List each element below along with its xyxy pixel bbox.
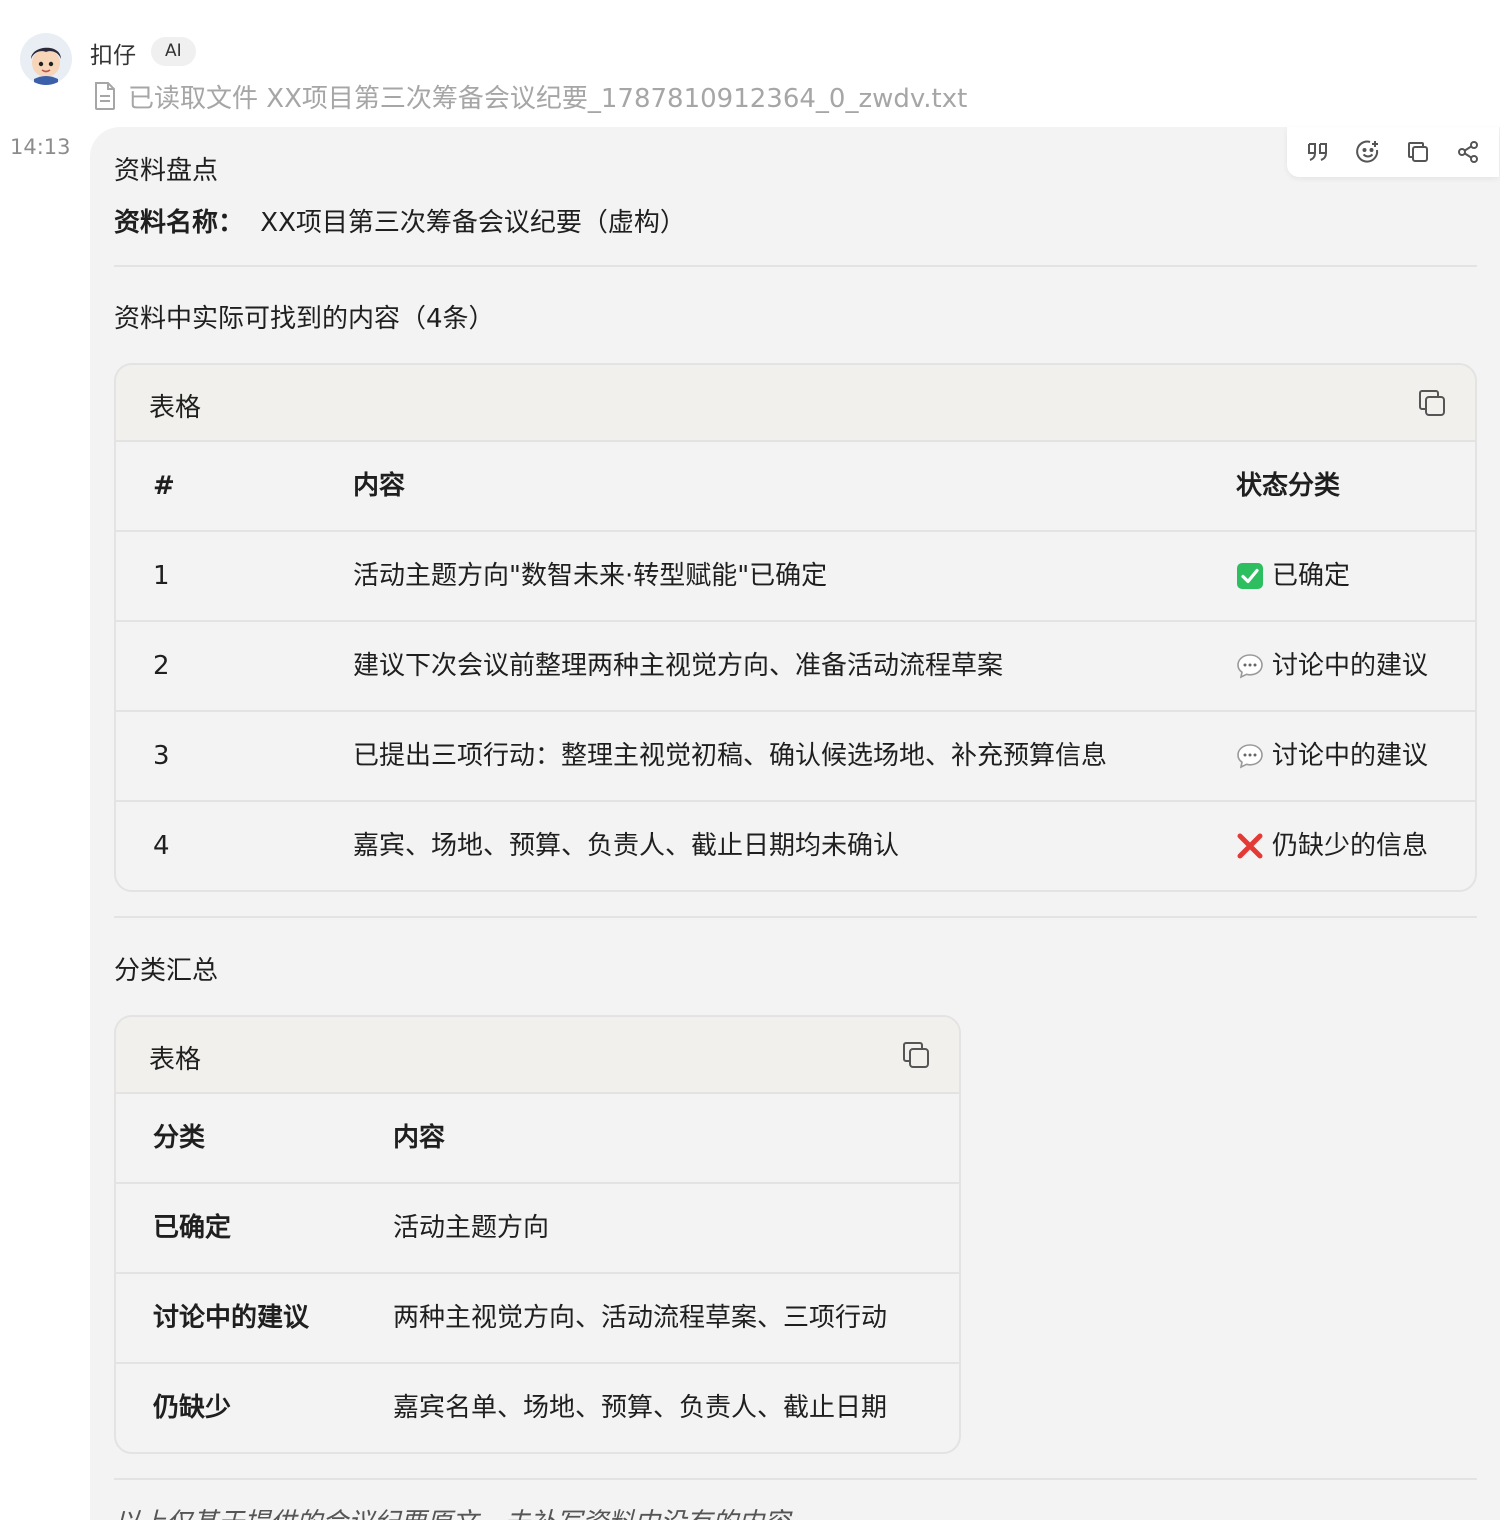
copy-table-icon[interactable] (900, 1039, 932, 1071)
quote-icon[interactable] (1303, 137, 1333, 167)
table-row: 3 已提出三项行动：整理主视觉初稿、确认候选场地、补充预算信息 讨论中的建议 (116, 712, 1475, 802)
table-row: 仍缺少 嘉宾名单、场地、预算、负责人、截止日期 (116, 1364, 959, 1452)
table-row: 2 建议下次会议前整理两种主视觉方向、准备活动流程草案 讨论中的建议 (116, 622, 1475, 712)
status-label: 讨论中的建议 (1272, 651, 1429, 681)
found-content-title: 资料中实际可找到的内容（4条） (114, 304, 495, 334)
status-label: 讨论中的建议 (1272, 741, 1429, 771)
speech-bubble-icon (1236, 652, 1264, 680)
column-header-content: 内容 (353, 471, 406, 501)
row-number: 1 (153, 561, 170, 591)
row-status: 讨论中的建议 (1236, 622, 1428, 710)
cross-icon (1236, 832, 1264, 860)
avatar (20, 33, 72, 85)
source-label: 资料名称： (114, 208, 245, 238)
status-label: 仍缺少的信息 (1272, 831, 1429, 861)
row-content: 嘉宾名单、场地、预算、负责人、截止日期 (393, 1393, 888, 1423)
column-header-number: # (153, 471, 175, 501)
row-number: 3 (153, 741, 170, 771)
copy-icon[interactable] (1403, 137, 1433, 167)
table-label: 表格 (149, 393, 202, 423)
row-status: 仍缺少的信息 (1236, 802, 1428, 890)
table-row: 4 嘉宾、场地、预算、负责人、截止日期均未确认 仍缺少的信息 (116, 802, 1475, 890)
table-row: 已确定 活动主题方向 (116, 1184, 959, 1274)
divider (114, 1478, 1477, 1480)
column-header-status: 状态分类 (1236, 471, 1341, 501)
content-table: 表格 # 内容 状态分类 1 活动主题方向"数智未来·转型赋能"已确定 已确定 … (114, 363, 1477, 892)
divider (114, 265, 1477, 267)
row-content: 两种主视觉方向、活动流程草案、三项行动 (393, 1303, 888, 1333)
status-label: 已确定 (1272, 561, 1351, 591)
footer-note: 以上仅基于提供的会议纪要原文，未补写资料中没有的内容。 (114, 1502, 816, 1520)
message-actions (1287, 127, 1499, 177)
document-icon (92, 81, 118, 111)
row-status: 已确定 (1236, 532, 1350, 620)
check-icon (1236, 562, 1264, 590)
row-category: 已确定 (153, 1213, 232, 1243)
ai-badge: AI (151, 37, 196, 66)
table-header-row: 分类 内容 (116, 1094, 959, 1184)
row-content: 已提出三项行动：整理主视觉初稿、确认候选场地、补充预算信息 (353, 741, 1108, 771)
share-icon[interactable] (1453, 137, 1483, 167)
row-number: 4 (153, 831, 170, 861)
sender-name: 扣仔 (90, 43, 136, 69)
section-heading: 资料盘点 (114, 156, 219, 186)
file-read-indicator[interactable]: 已读取文件 XX项目第三次筹备会议纪要_1787810912364_0_zwdv… (92, 80, 968, 114)
divider (114, 916, 1477, 918)
row-content: 活动主题方向"数智未来·转型赋能"已确定 (353, 561, 828, 591)
row-content: 活动主题方向 (393, 1213, 550, 1243)
row-status: 讨论中的建议 (1236, 712, 1428, 800)
copy-table-icon[interactable] (1416, 387, 1448, 419)
table-label: 表格 (149, 1045, 202, 1075)
column-header-content: 内容 (393, 1123, 446, 1153)
table-header-bar: 表格 (116, 1017, 959, 1094)
table-row: 1 活动主题方向"数智未来·转型赋能"已确定 已确定 (116, 532, 1475, 622)
summary-title: 分类汇总 (114, 956, 219, 986)
message-time: 14:13 (10, 135, 71, 159)
row-number: 2 (153, 651, 170, 681)
file-read-text: 已读取文件 XX项目第三次筹备会议纪要_1787810912364_0_zwdv… (128, 83, 968, 114)
column-header-category: 分类 (153, 1123, 206, 1153)
table-header-row: # 内容 状态分类 (116, 442, 1475, 532)
row-category: 讨论中的建议 (153, 1303, 310, 1333)
summary-table: 表格 分类 内容 已确定 活动主题方向 讨论中的建议 两种主视觉方向、活动流程草… (114, 1015, 961, 1454)
table-header-bar: 表格 (116, 365, 1475, 442)
emoji-reaction-icon[interactable] (1353, 137, 1383, 167)
row-content: 建议下次会议前整理两种主视觉方向、准备活动流程草案 (353, 651, 1004, 681)
row-content: 嘉宾、场地、预算、负责人、截止日期均未确认 (353, 831, 900, 861)
source-value: XX项目第三次筹备会议纪要（虚构） (260, 208, 686, 238)
speech-bubble-icon (1236, 742, 1264, 770)
source-line: 资料名称： XX项目第三次筹备会议纪要（虚构） (114, 202, 686, 239)
row-category: 仍缺少 (153, 1393, 232, 1423)
table-row: 讨论中的建议 两种主视觉方向、活动流程草案、三项行动 (116, 1274, 959, 1364)
